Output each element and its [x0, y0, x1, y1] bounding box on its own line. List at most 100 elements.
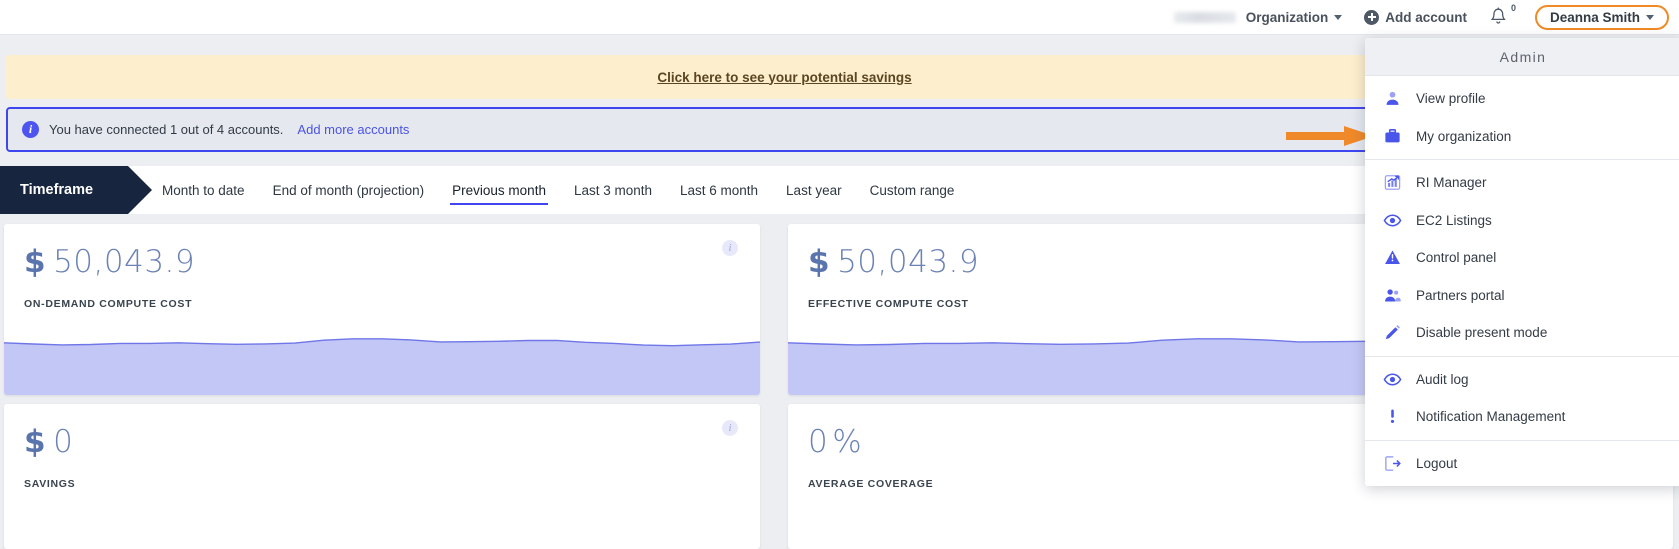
top-header-bar: Organization Add account 0 Deanna Smith: [0, 0, 1679, 35]
metric-number: 50,043.9: [837, 244, 980, 280]
metric-info-icon[interactable]: i: [722, 240, 738, 256]
timeframe-tab-previous-month[interactable]: Previous month: [438, 166, 560, 214]
admin-menu-item-ec2-listings[interactable]: EC2 Listings: [1365, 202, 1679, 240]
plus-circle-icon: [1364, 9, 1380, 25]
user-menu-button[interactable]: Deanna Smith: [1534, 4, 1669, 30]
admin-menu-group: View profile My organization: [1365, 76, 1679, 159]
timeframe-tab-label: Last year: [786, 182, 842, 198]
chevron-down-icon: [1334, 14, 1343, 20]
user-name-label: Deanna Smith: [1549, 9, 1640, 25]
timeframe-tab-label: Custom range: [869, 182, 955, 198]
admin-menu-item-disable-present-mode[interactable]: Disable present mode: [1365, 314, 1679, 352]
exclamation-icon: [1382, 407, 1402, 427]
info-icon: i: [22, 121, 39, 138]
metric-label: AVERAGE COVERAGE: [808, 478, 934, 490]
timeframe-tab-last-6-month[interactable]: Last 6 month: [666, 166, 772, 214]
metric-number: 50,043.9: [53, 244, 196, 280]
metric-currency-symbol: $: [24, 424, 47, 460]
person-icon: [1382, 89, 1402, 109]
metric-label: ON-DEMAND COMPUTE COST: [24, 298, 193, 310]
admin-menu-item-label: Audit log: [1416, 371, 1469, 387]
admin-menu-item-label: RI Manager: [1416, 175, 1487, 191]
organization-logo: [1173, 11, 1236, 23]
metric-value: $0: [24, 424, 77, 460]
admin-menu-group: RI Manager EC2 Listings Control panel Pa…: [1365, 159, 1679, 356]
logout-icon: [1384, 455, 1401, 471]
people-group-icon: [1382, 285, 1402, 305]
admin-menu-item-label: Control panel: [1416, 250, 1497, 266]
bell-icon: [1490, 7, 1506, 24]
chevron-down-icon: [1646, 14, 1654, 20]
warning-triangle-icon: [1382, 248, 1402, 268]
add-more-accounts-link[interactable]: Add more accounts: [297, 122, 409, 137]
admin-menu-item-label: EC2 Listings: [1416, 212, 1492, 228]
add-account-label: Add account: [1385, 9, 1467, 25]
timeframe-tab-label: Month to date: [162, 182, 245, 198]
metric-label: EFFECTIVE COMPUTE COST: [808, 298, 969, 310]
admin-menu-item-notification-management[interactable]: Notification Management: [1365, 398, 1679, 436]
admin-menu-item-my-organization[interactable]: My organization: [1365, 118, 1679, 156]
briefcase-icon: [1384, 128, 1400, 143]
admin-menu-item-control-panel[interactable]: Control panel: [1365, 239, 1679, 277]
admin-dropdown-menu: Admin View profile My organization RI Ma…: [1365, 38, 1679, 486]
timeframe-chip: Timeframe: [0, 166, 152, 214]
timeframe-tab-label: Last 3 month: [573, 182, 652, 198]
warning-triangle-icon: [1384, 250, 1400, 265]
timeframe-tab-label: Last 6 month: [680, 182, 759, 198]
timeframe-tab-last-3-month[interactable]: Last 3 month: [560, 166, 666, 214]
admin-menu-item-label: Partners portal: [1416, 287, 1505, 303]
admin-menu-group: Logout: [1365, 439, 1679, 487]
potential-savings-link[interactable]: Click here to see your potential savings: [657, 70, 911, 85]
pencil-icon: [1382, 323, 1402, 343]
pencil-icon: [1385, 325, 1400, 340]
eye-icon: [1382, 210, 1402, 230]
admin-menu-item-partners-portal[interactable]: Partners portal: [1365, 277, 1679, 315]
metric-value: $50,043.9: [808, 244, 983, 280]
admin-menu-group: Audit log Notification Management: [1365, 355, 1679, 440]
timeframe-tab-label: End of month (projection): [272, 182, 425, 198]
admin-menu-title: Admin: [1365, 38, 1679, 76]
metric-number: 0: [808, 424, 829, 460]
timeframe-tab-custom-range[interactable]: Custom range: [856, 166, 969, 214]
notification-count-badge: 0: [1510, 3, 1516, 13]
metric-number: 0: [53, 424, 74, 460]
eye-icon: [1382, 369, 1402, 389]
people-group-icon: [1384, 289, 1401, 302]
admin-menu-item-audit-log[interactable]: Audit log: [1365, 361, 1679, 399]
metric-label: SAVINGS: [24, 478, 76, 490]
briefcase-icon: [1382, 126, 1402, 146]
admin-menu-item-view-profile[interactable]: View profile: [1365, 80, 1679, 118]
admin-menu-item-label: My organization: [1416, 128, 1512, 144]
admin-menu-item-label: Notification Management: [1416, 409, 1566, 425]
eye-icon: [1383, 373, 1401, 386]
timeframe-tab-list: Month to date End of month (projection) Pr…: [148, 166, 968, 214]
metric-currency-symbol: $: [808, 244, 831, 280]
admin-menu-item-logout[interactable]: Logout: [1365, 445, 1679, 483]
metric-value: 0%: [808, 424, 862, 460]
connected-accounts-message: You have connected 1 out of 4 accounts.: [49, 122, 284, 137]
metric-value: $50,043.9: [24, 244, 199, 280]
metric-currency-symbol: $: [24, 244, 47, 280]
person-icon: [1386, 92, 1398, 106]
bar-chart-trend-icon: [1384, 175, 1400, 191]
metric-card: $0 SAVINGS i: [4, 404, 760, 549]
organization-selector[interactable]: Organization: [1246, 10, 1343, 25]
timeframe-tab-end-of-month-projection[interactable]: End of month (projection): [259, 166, 439, 214]
organization-selector-label: Organization: [1245, 9, 1329, 25]
admin-menu-item-label: Disable present mode: [1416, 325, 1548, 341]
add-account-button[interactable]: Add account: [1364, 9, 1467, 25]
exclamation-icon: [1390, 409, 1394, 424]
timeframe-tab-month-to-date[interactable]: Month to date: [148, 166, 259, 214]
timeframe-tab-last-year[interactable]: Last year: [772, 166, 856, 214]
metric-card: $50,043.9 ON-DEMAND COMPUTE COST i: [4, 224, 760, 395]
metric-suffix: %: [832, 424, 863, 460]
admin-menu-item-ri-manager[interactable]: RI Manager: [1365, 164, 1679, 202]
admin-menu-item-label: Logout: [1416, 455, 1458, 471]
sparkline-area-chart: [4, 338, 760, 395]
bar-chart-trend-icon: [1382, 173, 1402, 193]
metric-info-icon[interactable]: i: [722, 420, 738, 436]
timeframe-tab-label: Previous month: [452, 182, 546, 198]
notifications-button[interactable]: 0: [1489, 3, 1516, 28]
eye-icon: [1383, 214, 1401, 227]
admin-menu-item-label: View profile: [1416, 91, 1486, 107]
